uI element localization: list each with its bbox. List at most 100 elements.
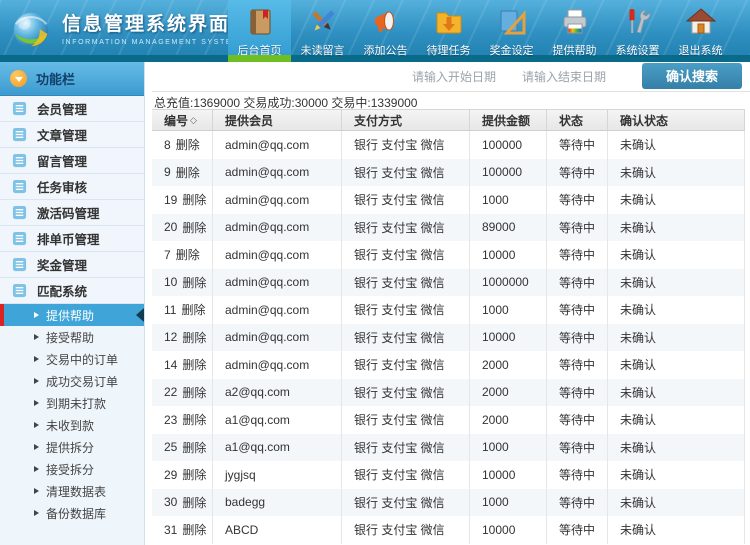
submenu-item[interactable]: 提供帮助 (0, 304, 144, 326)
row-id: 11 (164, 302, 177, 317)
keyword-input[interactable] (152, 64, 412, 89)
delete-link[interactable]: 删除 (182, 191, 206, 208)
submenu-item-label: 未收到款 (46, 418, 95, 433)
nav-label: 未读留言 (300, 45, 345, 57)
sort-icon: ◇ (190, 114, 197, 125)
sidebar-item[interactable]: 文章管理 (0, 122, 144, 148)
delete-link[interactable]: 删除 (176, 164, 200, 181)
sidebar-item[interactable]: 留言管理 (0, 148, 144, 174)
sidebar-item[interactable]: 激活码管理 (0, 200, 144, 226)
delete-link[interactable]: 删除 (182, 274, 206, 291)
column-header-id[interactable]: 编号 ◇ (152, 110, 213, 130)
nav-item-dashboard[interactable]: 后台首页 (228, 0, 291, 62)
delete-link[interactable]: 删除 (181, 301, 205, 318)
cell-payment: 银行 支付宝 微信 (342, 461, 470, 489)
table-row: 12 删除 admin@qq.com 银行 支付宝 微信 10000 等待中 未… (152, 323, 745, 351)
delete-link[interactable]: 删除 (182, 356, 206, 373)
row-id: 10 (164, 275, 178, 290)
row-id: 22 (164, 385, 178, 400)
cell-payment: 银行 支付宝 微信 (342, 131, 470, 159)
table-header-row: 编号 ◇ 提供会员 支付方式 提供金额 状态 确认状态 (152, 110, 745, 131)
submenu-item[interactable]: 清理数据表 (0, 480, 144, 502)
cell-id: 29 删除 (152, 461, 213, 489)
cell-amount: 89000 (470, 213, 547, 241)
nav-item-bonus-settings[interactable]: 奖金设定 (480, 0, 543, 62)
cell-id: 12 删除 (152, 323, 213, 351)
sidebar: 功能栏 会员管理 文章管理 留言管理 任务审核 激活码管理 排单币管理 奖金管理… (0, 62, 145, 545)
submenu-item[interactable]: 未收到款 (0, 414, 144, 436)
submenu-item[interactable]: 备份数据库 (0, 502, 144, 524)
row-id: 14 (164, 357, 178, 372)
row-id: 19 (164, 192, 178, 207)
cell-confirm-status: 未确认 (608, 158, 745, 186)
delete-link[interactable]: 删除 (182, 384, 206, 401)
column-header-confirm-status: 确认状态 (608, 110, 745, 130)
row-id: 8 (164, 137, 171, 152)
end-date-input[interactable] (522, 64, 632, 89)
submenu-item[interactable]: 交易中的订单 (0, 348, 144, 370)
submenu-item-label: 接受拆分 (46, 462, 95, 477)
cell-status: 等待中 (547, 433, 608, 461)
row-id: 29 (164, 467, 178, 482)
cell-amount: 1000 (470, 488, 547, 516)
cell-confirm-status: 未确认 (608, 296, 745, 324)
submenu-item[interactable]: 到期未打款 (0, 392, 144, 414)
delete-link[interactable]: 删除 (182, 329, 206, 346)
nav-item-provide-help[interactable]: 提供帮助 (543, 0, 606, 62)
cell-status: 等待中 (547, 296, 608, 324)
start-date-input[interactable] (412, 64, 522, 89)
app-logo: 信息管理系统界面 INFORMATION MANAGEMENT SYSTEM G… (0, 0, 259, 62)
sidebar-header-function-bar[interactable]: 功能栏 (0, 62, 144, 96)
sidebar-item[interactable]: 奖金管理 (0, 252, 144, 278)
nav-item-add-announcement[interactable]: 添加公告 (354, 0, 417, 62)
cell-status: 等待中 (547, 131, 608, 159)
delete-link[interactable]: 删除 (176, 246, 200, 263)
delete-link[interactable]: 删除 (182, 521, 206, 538)
cell-payment: 银行 支付宝 微信 (342, 268, 470, 296)
submenu-item[interactable]: 接受帮助 (0, 326, 144, 348)
table-row: 25 删除 a1@qq.com 银行 支付宝 微信 1000 等待中 未确认 (152, 433, 745, 461)
sidebar-item[interactable]: 排单币管理 (0, 226, 144, 252)
cell-id: 7 删除 (152, 241, 213, 269)
table-row: 30 删除 badegg 银行 支付宝 微信 1000 等待中 未确认 (152, 488, 745, 516)
cell-id: 10 删除 (152, 268, 213, 296)
confirm-search-button[interactable]: 确认搜索 (642, 62, 742, 89)
delete-link[interactable]: 删除 (182, 494, 206, 511)
cell-status: 等待中 (547, 488, 608, 516)
cell-status: 等待中 (547, 158, 608, 186)
column-header-amount: 提供金额 (470, 110, 547, 130)
submenu-item-label: 交易中的订单 (46, 352, 119, 367)
delete-link[interactable]: 删除 (182, 219, 206, 236)
nav-item-unread-messages[interactable]: 未读留言 (291, 0, 354, 62)
submenu-item[interactable]: 提供拆分 (0, 436, 144, 458)
cell-member: ABCD (213, 516, 342, 544)
cell-confirm-status: 未确认 (608, 323, 745, 351)
cell-member: admin@qq.com (213, 186, 342, 214)
cell-payment: 银行 支付宝 微信 (342, 406, 470, 434)
delete-link[interactable]: 删除 (176, 136, 200, 153)
cell-amount: 10000 (470, 516, 547, 544)
tools-icon (622, 6, 654, 38)
sidebar-item[interactable]: 任务审核 (0, 174, 144, 200)
cell-payment: 银行 支付宝 微信 (342, 351, 470, 379)
submenu-item[interactable]: 成功交易订单 (0, 370, 144, 392)
column-header-status: 状态 (547, 110, 608, 130)
nav-label: 提供帮助 (552, 45, 597, 57)
submenu-item[interactable]: 接受拆分 (0, 458, 144, 480)
sidebar-item[interactable]: 匹配系统 (0, 278, 144, 304)
submenu-item-label: 到期未打款 (46, 396, 107, 411)
row-id: 30 (164, 495, 178, 510)
sidebar-item[interactable]: 会员管理 (0, 96, 144, 122)
cell-status: 等待中 (547, 323, 608, 351)
sidebar-item-label: 任务审核 (37, 181, 88, 195)
cell-id: 8 删除 (152, 131, 213, 159)
nav-item-pending-tasks[interactable]: 待理任务 (417, 0, 480, 62)
nav-item-system-settings[interactable]: 系统设置 (606, 0, 669, 62)
cell-amount: 1000 (470, 296, 547, 324)
nav-label: 系统设置 (615, 45, 660, 57)
delete-link[interactable]: 删除 (182, 466, 206, 483)
nav-item-logout[interactable]: 退出系统 (669, 0, 732, 62)
delete-link[interactable]: 删除 (182, 439, 206, 456)
delete-link[interactable]: 删除 (182, 411, 206, 428)
column-header-label: 状态 (559, 113, 584, 128)
